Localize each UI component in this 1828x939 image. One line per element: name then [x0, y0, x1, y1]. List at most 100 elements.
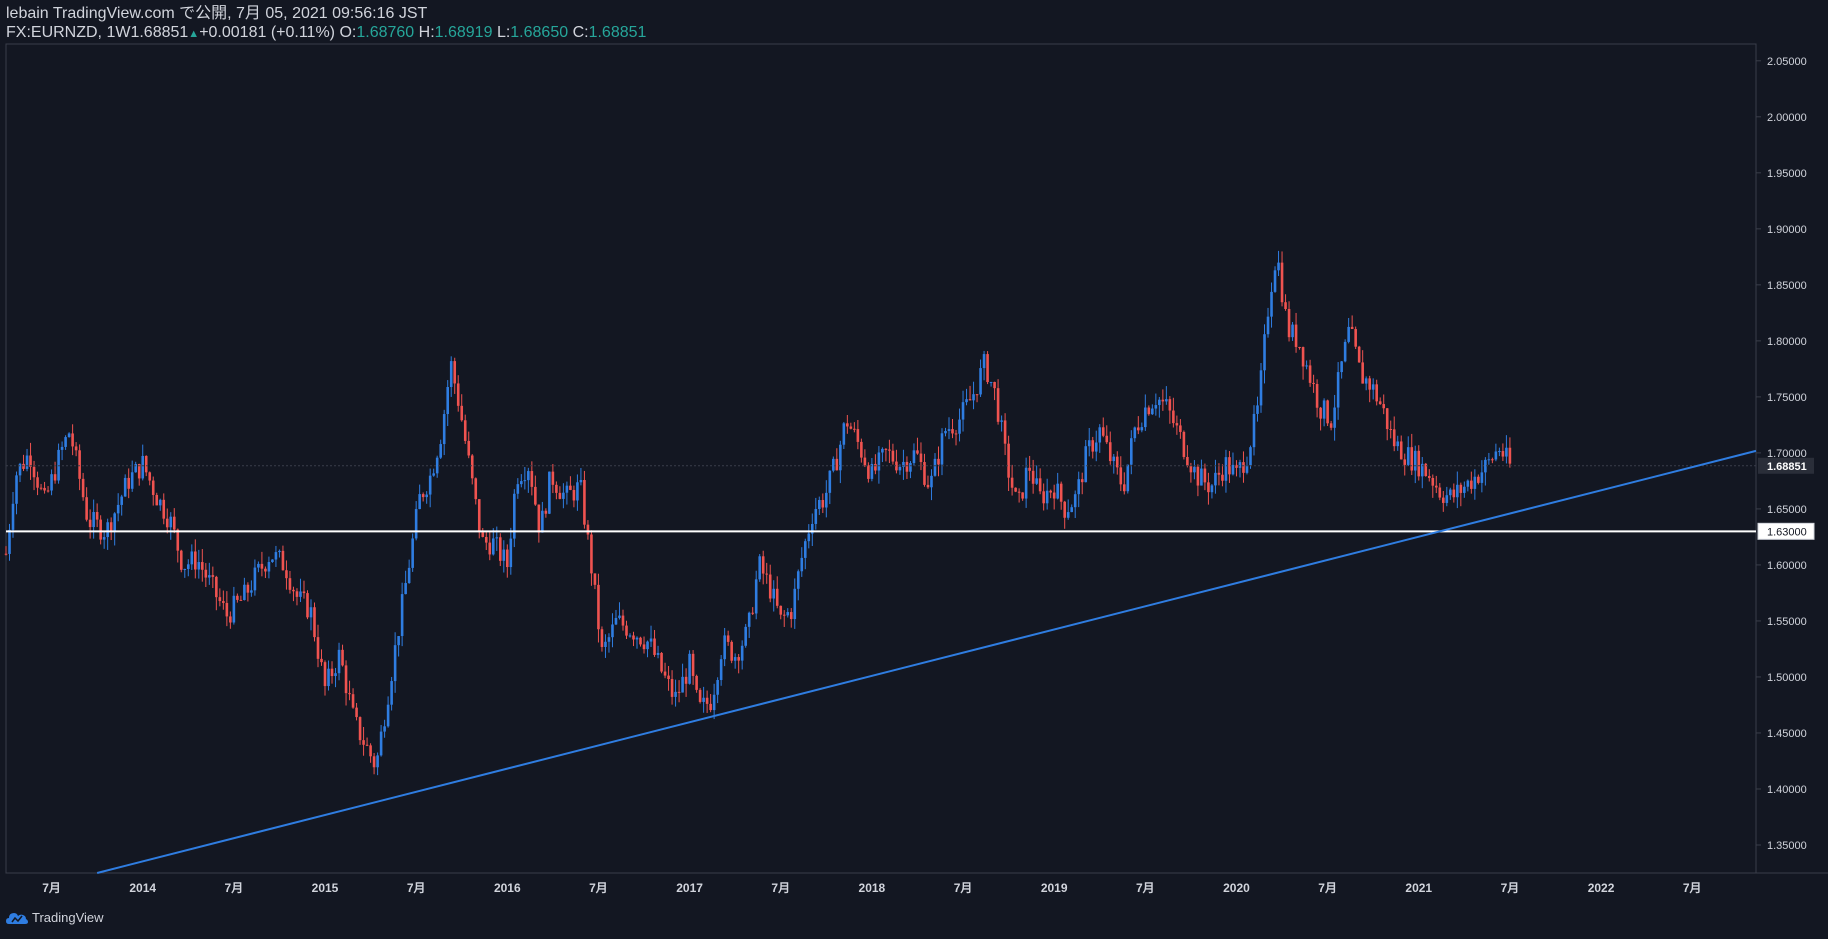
candle-body: [891, 450, 895, 462]
candle-body: [39, 487, 43, 489]
price-marker-label: 1.63000: [1767, 526, 1807, 538]
candle-body: [1438, 487, 1442, 498]
candle-body: [1459, 484, 1463, 493]
candle-body: [1066, 512, 1070, 518]
candle-body: [1273, 270, 1277, 292]
candle-body: [428, 475, 432, 495]
candle-body: [299, 591, 302, 597]
candle-body: [768, 574, 772, 599]
candle-body: [825, 492, 828, 508]
candle-body: [1417, 450, 1421, 477]
candle-body: [1017, 491, 1021, 493]
candle-body: [1182, 431, 1186, 457]
candle-body: [677, 691, 681, 693]
candle-body: [285, 570, 288, 579]
candle-body: [355, 707, 358, 718]
close-label: C:: [572, 24, 589, 41]
candle-body: [1098, 427, 1102, 443]
candle-body: [474, 478, 478, 500]
candle-body: [1154, 405, 1158, 409]
candle-body: [1270, 291, 1273, 317]
candle-body: [881, 448, 884, 453]
candle-body: [1168, 399, 1172, 411]
candle-body: [1101, 427, 1105, 436]
candle-body: [1249, 447, 1252, 466]
candle-body: [393, 645, 397, 682]
candle-body: [1231, 464, 1235, 475]
candle-body: [1172, 410, 1175, 424]
candle-body: [979, 368, 982, 395]
candle-body: [236, 595, 239, 600]
candle-body: [1294, 324, 1298, 347]
candle-body: [709, 703, 712, 711]
candle-body: [642, 644, 646, 650]
candle-body: [1508, 447, 1512, 464]
footer-brand[interactable]: TradingView: [6, 910, 104, 925]
candle-body: [972, 394, 975, 401]
candle-body: [264, 568, 267, 572]
candle-body: [502, 549, 506, 561]
candle-body: [204, 569, 208, 578]
time-tick-label: 7月: [1501, 881, 1520, 895]
time-tick-label: 2015: [312, 881, 339, 895]
candle-body: [912, 450, 916, 464]
candle-body: [460, 405, 464, 421]
candle-body: [1473, 476, 1477, 489]
candle-body: [46, 490, 50, 492]
symbol-label[interactable]: FX:EURNZD, 1W: [6, 24, 130, 41]
candle-body: [1256, 405, 1259, 414]
candle-body: [57, 449, 60, 481]
time-tick-label: 7月: [1683, 881, 1702, 895]
candle-body: [1456, 484, 1459, 498]
candle-body: [400, 594, 404, 637]
candle-body: [1084, 446, 1088, 483]
candle-body: [1000, 420, 1003, 422]
candle-body: [1186, 456, 1189, 466]
candle-body: [71, 433, 74, 447]
candle-body: [937, 458, 940, 465]
candle-body: [800, 557, 804, 572]
candle-body: [250, 590, 253, 593]
price-tick-label: 1.95000: [1767, 168, 1807, 180]
candle-body: [716, 680, 719, 695]
candle-body: [1350, 326, 1354, 330]
candle-body: [958, 419, 961, 434]
candle-body: [172, 516, 176, 530]
candle-body: [691, 653, 695, 676]
candle-body: [1224, 457, 1228, 481]
candle-body: [1494, 451, 1498, 460]
candle-body: [888, 449, 891, 451]
candle-body: [246, 584, 250, 593]
candle-body: [1347, 326, 1350, 342]
candle-body: [1385, 408, 1389, 430]
candle-body: [1073, 494, 1077, 508]
candle-body: [660, 652, 663, 672]
candle-body: [614, 617, 618, 625]
candle-body: [215, 576, 218, 598]
price-tick-label: 1.55000: [1767, 616, 1807, 628]
candle-body: [919, 453, 923, 463]
candle-body: [1200, 468, 1203, 486]
candle-body: [670, 679, 674, 697]
candle-body: [1291, 324, 1294, 338]
candle-body: [1452, 489, 1456, 498]
candle-body: [1179, 425, 1182, 432]
candle-body: [302, 591, 306, 594]
time-tick-label: 7月: [589, 881, 608, 895]
candle-body: [1301, 347, 1305, 367]
candle-body: [1399, 441, 1403, 460]
price-chart[interactable]: 2.05000 2.00000 1.95000 1.90000 1.85000 1.800…: [0, 0, 1828, 939]
candle-body: [1158, 399, 1161, 406]
candle-body: [425, 494, 428, 498]
candle-body: [243, 584, 246, 601]
candle-body: [239, 599, 243, 601]
candle-body: [67, 433, 71, 438]
candle-body: [495, 537, 499, 539]
candle-body: [730, 641, 733, 661]
candle-body: [1259, 370, 1263, 406]
candle-body: [1280, 262, 1284, 303]
candle-body: [586, 524, 590, 535]
candle-body: [1151, 408, 1154, 415]
candle-body: [656, 652, 660, 655]
candle-body: [141, 455, 145, 479]
